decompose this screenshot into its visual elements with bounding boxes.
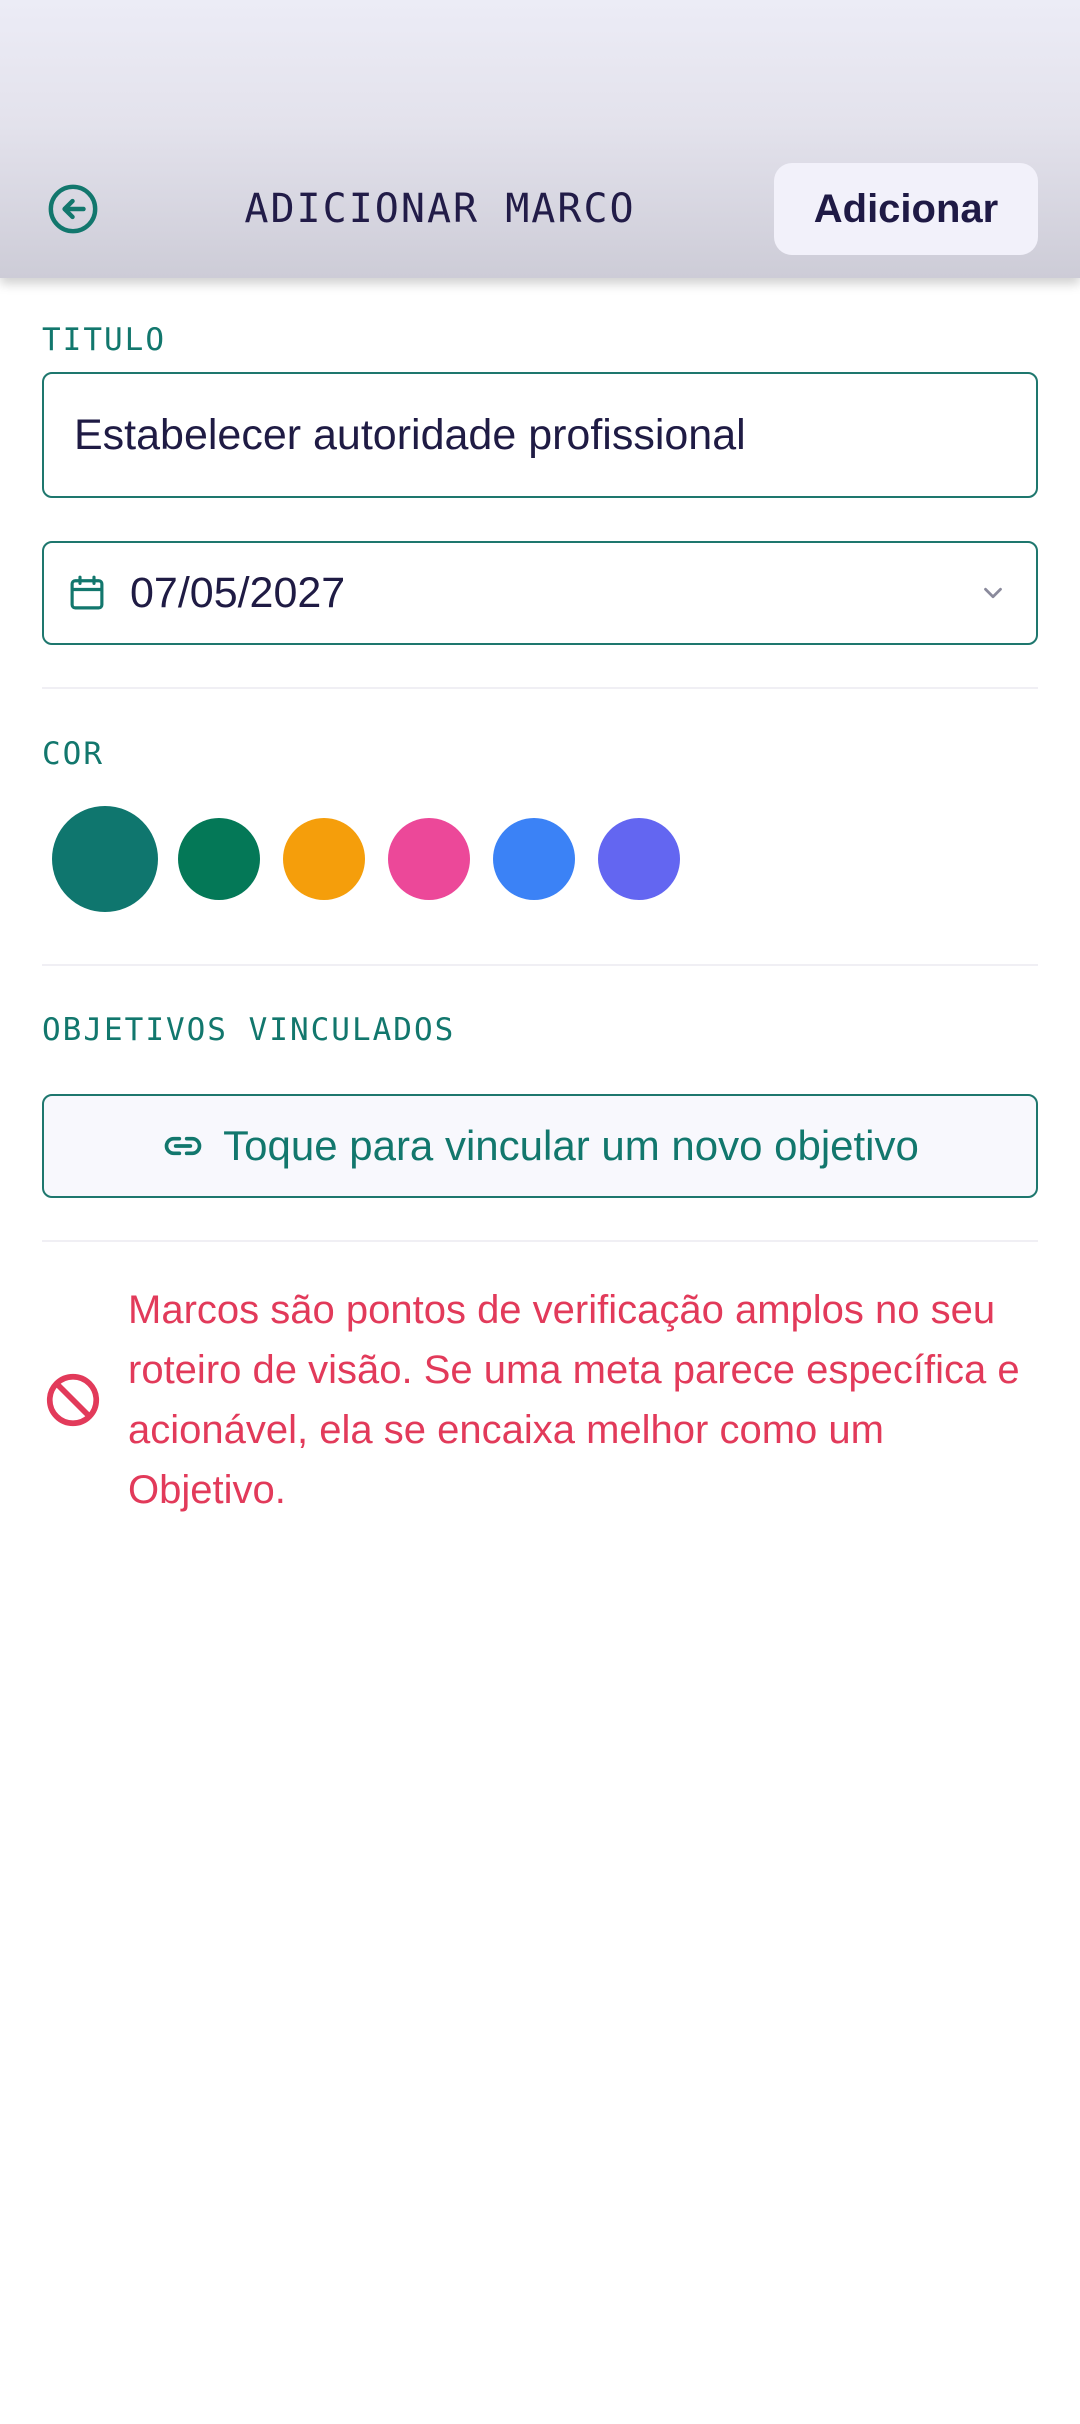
- date-picker-field[interactable]: 07/05/2027: [42, 541, 1038, 645]
- ban-icon: [46, 1373, 100, 1427]
- divider: [42, 1240, 1038, 1242]
- link-objective-label: Toque para vincular um novo objetivo: [223, 1122, 919, 1169]
- chevron-down-icon: [984, 587, 1002, 599]
- divider: [42, 687, 1038, 689]
- notice-text: Marcos são pontos de verificação amplos …: [128, 1288, 1020, 1512]
- calendar-icon: [70, 575, 104, 610]
- color-swatch-indigo[interactable]: [598, 818, 680, 900]
- add-milestone-screen: ADICIONAR MARCO Adicionar TITULO Estabel…: [0, 0, 1080, 2424]
- linked-objectives-label: OBJETIVOS VINCULADOS: [42, 1012, 456, 1048]
- link-objective-button[interactable]: Toque para vincular um novo objetivo: [42, 1094, 1038, 1198]
- color-swatch-amber[interactable]: [283, 818, 365, 900]
- color-swatch-green[interactable]: [178, 818, 260, 900]
- back-button[interactable]: [44, 180, 102, 238]
- color-swatch-pink[interactable]: [388, 818, 470, 900]
- date-value: 07/05/2027: [130, 568, 346, 617]
- arrow-left-circle-icon: [48, 184, 98, 234]
- page-title: ADICIONAR MARCO: [244, 186, 636, 232]
- divider: [42, 964, 1038, 966]
- add-button[interactable]: Adicionar: [774, 163, 1038, 255]
- title-label: TITULO: [42, 322, 166, 358]
- color-swatch-blue[interactable]: [493, 818, 575, 900]
- color-label: COR: [42, 736, 104, 772]
- milestone-info-notice: Marcos são pontos de verificação amplos …: [42, 1280, 1038, 1520]
- top-app-bar: ADICIONAR MARCO Adicionar: [0, 0, 1080, 278]
- color-swatch-teal-selected[interactable]: [52, 806, 158, 912]
- link-icon: [164, 1136, 202, 1156]
- title-input[interactable]: Estabelecer autoridade profissional: [42, 372, 1038, 498]
